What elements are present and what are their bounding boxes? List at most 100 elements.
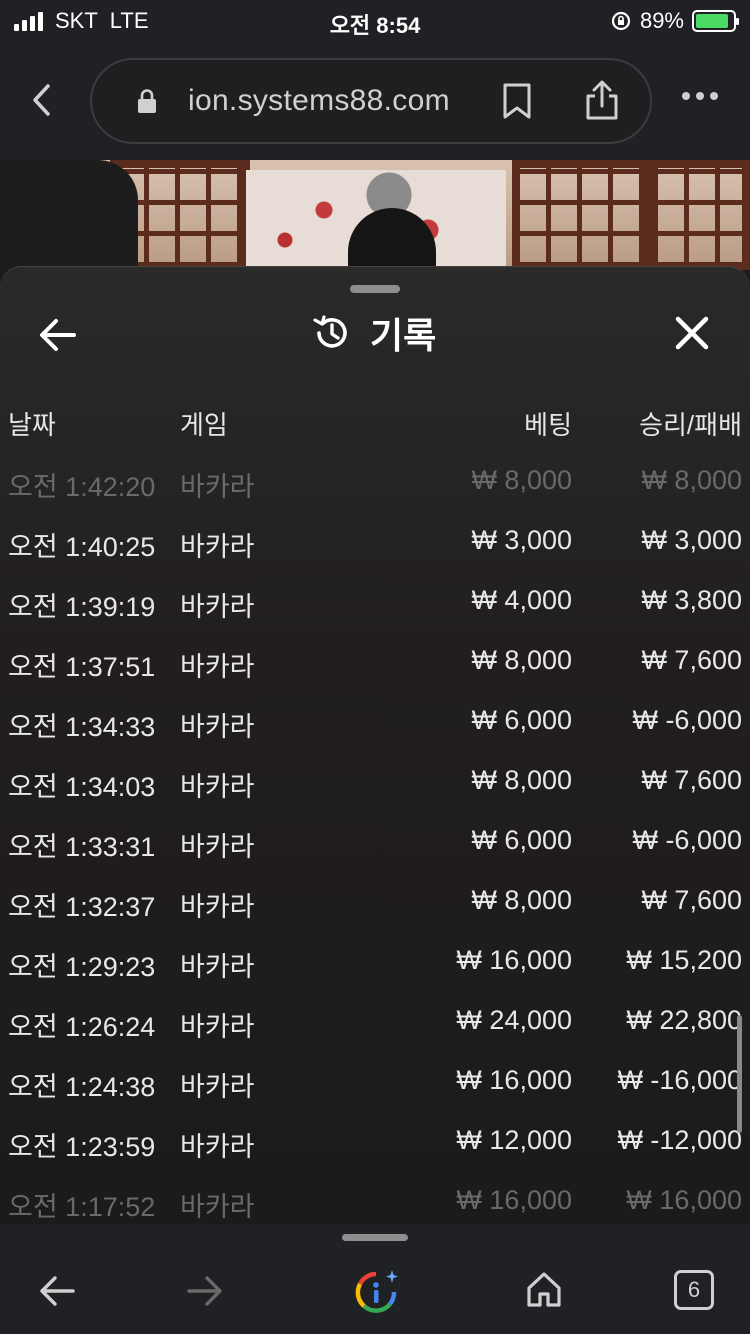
sheet-title-text: 기록 (370, 315, 437, 356)
row-bet: ₩ 16,000 (456, 1065, 572, 1095)
row-game: 바카라 (180, 652, 255, 682)
row-game: 바카라 (180, 712, 255, 742)
history-row[interactable]: 오전 1:34:33 바카라 ₩ 6,000 ₩ -6,000 (0, 693, 750, 753)
history-row[interactable]: 오전 1:23:59 바카라 ₩ 12,000 ₩ -12,000 (0, 1113, 750, 1173)
browser-toolbar: 6 (0, 1224, 750, 1334)
row-result: ₩ 8,000 (641, 465, 742, 495)
row-time: 오전 1:23:59 (8, 1132, 156, 1162)
forward-arrow-icon[interactable] (186, 1274, 224, 1308)
close-icon[interactable] (674, 315, 710, 351)
row-bet: ₩ 16,000 (456, 945, 572, 975)
row-time: 오전 1:40:25 (8, 532, 156, 562)
row-bet: ₩ 8,000 (471, 465, 572, 495)
history-row[interactable]: 오전 1:37:51 바카라 ₩ 8,000 ₩ 7,600 (0, 633, 750, 693)
back-arrow-icon[interactable] (38, 1274, 76, 1308)
table-header: 날짜 게임 베팅 승리/패배 (0, 393, 750, 453)
status-right: 89% (610, 8, 739, 34)
row-time: 오전 1:42:20 (8, 472, 156, 502)
url-text[interactable]: ion.systems88.com (188, 84, 450, 118)
toolbar-handle[interactable] (342, 1234, 408, 1241)
history-row[interactable]: 오전 1:26:24 바카라 ₩ 24,000 ₩ 22,800 (0, 993, 750, 1053)
sheet-title: 기록 (312, 307, 436, 359)
header-date: 날짜 (8, 410, 56, 440)
status-bar: SKT LTE 오전 8:54 89% (0, 0, 750, 44)
row-game: 바카라 (180, 532, 255, 562)
history-row[interactable]: 오전 1:34:03 바카라 ₩ 8,000 ₩ 7,600 (0, 753, 750, 813)
live-video-backdrop (0, 160, 750, 270)
row-time: 오전 1:17:52 (8, 1192, 156, 1222)
lattice-panel-right (512, 160, 652, 270)
battery-icon (692, 10, 739, 32)
row-result: ₩ 7,600 (641, 645, 742, 675)
row-time: 오전 1:39:19 (8, 592, 156, 622)
row-result: ₩ 7,600 (641, 765, 742, 795)
google-lens-icon[interactable] (352, 1268, 400, 1316)
orientation-lock-icon (611, 11, 631, 31)
history-list[interactable]: 오전 1:42:20 바카라 ₩ 8,000 ₩ 8,000 오전 1:40:2… (0, 453, 750, 1224)
row-game: 바카라 (180, 892, 255, 922)
row-bet: ₩ 12,000 (456, 1125, 572, 1155)
back-arrow-icon[interactable] (38, 315, 78, 355)
header-bet: 베팅 (524, 410, 572, 440)
history-row[interactable]: 오전 1:39:19 바카라 ₩ 4,000 ₩ 3,800 (0, 573, 750, 633)
row-result: ₩ 3,000 (641, 525, 742, 555)
more-dots-icon[interactable] (682, 92, 718, 100)
history-row[interactable]: 오전 1:40:25 바카라 ₩ 3,000 ₩ 3,000 (0, 513, 750, 573)
history-row[interactable]: 오전 1:32:37 바카라 ₩ 8,000 ₩ 7,600 (0, 873, 750, 933)
sheet-drag-handle[interactable] (350, 285, 400, 293)
row-result: ₩ 15,200 (626, 945, 742, 975)
scrollbar-thumb[interactable] (737, 1015, 742, 1133)
row-result: ₩ -16,000 (617, 1065, 742, 1095)
row-game: 바카라 (180, 832, 255, 862)
battery-fill (696, 14, 729, 28)
history-sheet: 기록 날짜 게임 베팅 승리/패배 오전 1:42:20 바카라 ₩ 8,000… (0, 266, 750, 1224)
row-bet: ₩ 16,000 (456, 1185, 572, 1215)
row-game: 바카라 (180, 1192, 255, 1222)
header-result: 승리/패배 (639, 410, 742, 440)
row-game: 바카라 (180, 1132, 255, 1162)
row-result: ₩ 22,800 (626, 1005, 742, 1035)
row-game: 바카라 (180, 472, 255, 502)
row-result: ₩ -12,000 (617, 1125, 742, 1155)
row-result: ₩ -6,000 (632, 825, 742, 855)
tabs-icon[interactable]: 6 (674, 1270, 714, 1310)
row-time: 오전 1:37:51 (8, 652, 156, 682)
row-time: 오전 1:24:38 (8, 1072, 156, 1102)
row-bet: ₩ 8,000 (471, 885, 572, 915)
row-bet: ₩ 8,000 (471, 645, 572, 675)
row-bet: ₩ 6,000 (471, 705, 572, 735)
row-bet: ₩ 3,000 (471, 525, 572, 555)
back-chevron-icon[interactable] (26, 80, 58, 120)
history-row[interactable]: 오전 1:29:23 바카라 ₩ 16,000 ₩ 15,200 (0, 933, 750, 993)
dealer-left (0, 160, 138, 270)
row-bet: ₩ 4,000 (471, 585, 572, 615)
row-bet: ₩ 24,000 (456, 1005, 572, 1035)
row-bet: ₩ 6,000 (471, 825, 572, 855)
row-game: 바카라 (180, 1072, 255, 1102)
row-result: ₩ 7,600 (641, 885, 742, 915)
row-time: 오전 1:32:37 (8, 892, 156, 922)
row-game: 바카라 (180, 1012, 255, 1042)
row-game: 바카라 (180, 772, 255, 802)
history-icon (313, 315, 347, 348)
row-time: 오전 1:34:33 (8, 712, 156, 742)
row-time: 오전 1:29:23 (8, 952, 156, 982)
home-icon[interactable] (526, 1270, 562, 1308)
row-time: 오전 1:34:03 (8, 772, 156, 802)
history-row[interactable]: 오전 1:17:52 바카라 ₩ 16,000 ₩ 16,000 (0, 1173, 750, 1224)
bookmark-icon[interactable] (500, 82, 534, 120)
history-row[interactable]: 오전 1:42:20 바카라 ₩ 8,000 ₩ 8,000 (0, 453, 750, 513)
row-bet: ₩ 8,000 (471, 765, 572, 795)
row-game: 바카라 (180, 952, 255, 982)
lattice-panel-far-right (650, 160, 750, 270)
browser-url-area: ion.systems88.com (0, 44, 750, 160)
history-row[interactable]: 오전 1:24:38 바카라 ₩ 16,000 ₩ -16,000 (0, 1053, 750, 1113)
history-row[interactable]: 오전 1:33:31 바카라 ₩ 6,000 ₩ -6,000 (0, 813, 750, 873)
row-result: ₩ 3,800 (641, 585, 742, 615)
row-time: 오전 1:26:24 (8, 1012, 156, 1042)
row-result: ₩ -6,000 (632, 705, 742, 735)
tab-count: 6 (687, 1277, 701, 1302)
share-icon[interactable] (582, 78, 622, 122)
address-bar[interactable]: ion.systems88.com (90, 58, 652, 144)
header-game: 게임 (180, 410, 228, 440)
